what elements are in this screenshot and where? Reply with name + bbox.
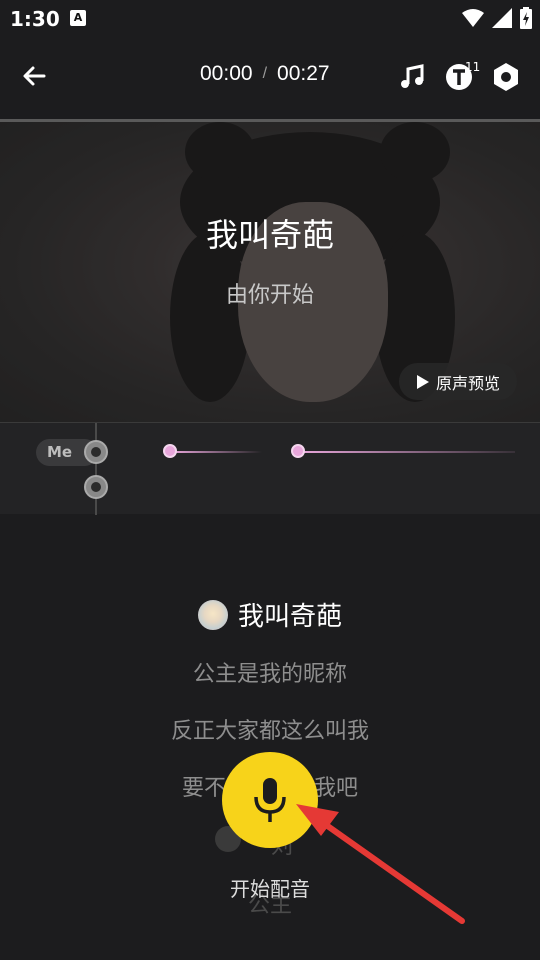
playhead-line[interactable] — [95, 423, 97, 515]
status-time: 1:30 — [10, 7, 60, 31]
track-knob-other[interactable] — [84, 475, 108, 499]
playback-timecode: 00:00 / 00:27 — [200, 62, 330, 86]
lyric-line: 公主是我的昵称 — [192, 662, 347, 687]
battery-icon — [520, 7, 532, 29]
status-icons — [462, 6, 532, 30]
lyric-line: 反正大家都这么叫我 — [170, 719, 369, 744]
speaker-avatar — [197, 599, 228, 630]
current-time: 00:00 — [200, 62, 253, 85]
play-icon — [416, 374, 429, 389]
preview-label: 原声预览 — [435, 373, 500, 393]
segment-track-1 — [172, 451, 262, 453]
time-separator: / — [262, 65, 268, 82]
start-dubbing-label: 开始配音 — [230, 877, 310, 901]
segment-track-2 — [300, 451, 515, 453]
back-arrow-icon[interactable] — [18, 60, 50, 92]
cellular-signal-icon — [492, 8, 512, 28]
editor-header: 00:00 / 00:27 11 — [0, 38, 540, 118]
wifi-icon — [462, 9, 484, 27]
status-bar: 1:30 A — [0, 0, 540, 38]
track-knob-me[interactable] — [84, 440, 108, 464]
music-note-icon[interactable] — [396, 60, 430, 94]
segment-marker-2[interactable] — [291, 444, 305, 458]
video-caption-title: 我叫奇葩 — [205, 216, 334, 254]
video-caption-subtitle: 由你开始 — [225, 283, 314, 308]
original-audio-preview-button[interactable]: 原声预览 — [399, 363, 517, 400]
video-preview[interactable]: 我叫奇葩 由你开始 原声预览 — [0, 122, 540, 422]
text-count-badge: 11 — [465, 60, 481, 74]
record-dub-button[interactable] — [222, 752, 318, 848]
current-lyric: 我叫奇葩 — [237, 602, 342, 632]
notification-a-icon: A — [70, 10, 86, 26]
segment-marker-1[interactable] — [163, 444, 177, 458]
total-time: 00:27 — [277, 62, 330, 85]
microphone-icon — [254, 778, 286, 822]
dubbing-timeline[interactable]: Me — [0, 422, 540, 515]
settings-icon[interactable] — [489, 60, 523, 94]
current-lyric-row: 我叫奇葩 — [0, 596, 540, 633]
